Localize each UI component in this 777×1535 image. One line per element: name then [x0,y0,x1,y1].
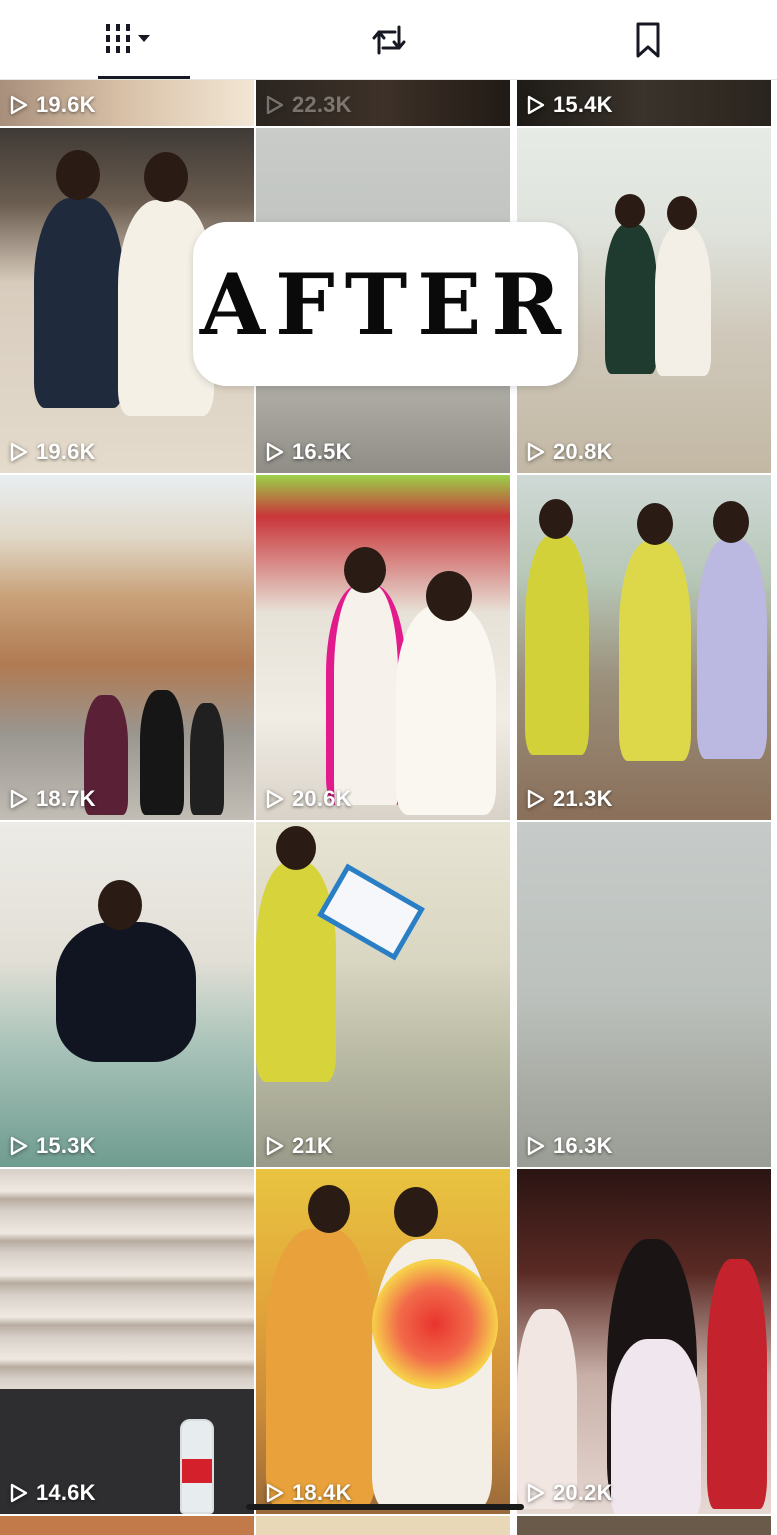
video-tile[interactable]: 21.3K [517,475,771,820]
bottle-label [182,1459,212,1483]
person-figure [619,541,691,761]
video-tile[interactable]: 16.3K [517,822,771,1167]
person-head [394,1187,438,1237]
video-tile[interactable]: 19.6K [0,80,254,126]
play-icon [10,1483,28,1503]
view-count: 14.6K [36,1480,96,1505]
play-icon [10,442,28,462]
person-head [308,1185,350,1233]
video-tile[interactable]: 14.6K [0,1169,254,1514]
home-indicator[interactable] [246,1504,524,1510]
video-tile[interactable] [517,1516,771,1535]
person-figure [190,703,224,815]
person-figure [611,1339,701,1514]
tab-favorites[interactable] [518,0,777,80]
video-tile[interactable]: 15.3K [0,822,254,1167]
tab-divider [0,79,777,80]
video-tile[interactable] [256,1516,510,1535]
view-count: 19.6K [36,439,96,464]
repost-icon [372,25,405,55]
person-head [615,194,645,228]
view-count: 22.3K [292,92,352,117]
person-figure [605,224,657,374]
video-tile[interactable]: 18.7K [0,475,254,820]
view-count: 20.2K [553,1480,613,1505]
video-tile[interactable]: 15.4K [517,80,771,126]
play-icon [527,95,545,115]
view-count: 21K [292,1133,333,1158]
person-head [713,501,749,543]
person-figure [56,922,196,1062]
play-icon [266,1483,284,1503]
play-icon [266,789,284,809]
play-icon [10,1136,28,1156]
view-count: 20.8K [553,439,613,464]
flower-garland [372,1259,498,1389]
play-icon [266,95,284,115]
person-figure [140,690,184,815]
play-icon [527,1483,545,1503]
person-head [144,152,188,202]
person-head [98,880,142,930]
person-figure [34,198,124,408]
video-tile[interactable]: 20.2K [517,1169,771,1514]
person-figure [517,1309,577,1509]
view-count: 21.3K [553,786,613,811]
video-tile[interactable]: 21K [256,822,510,1167]
person-head [56,150,100,200]
person-figure [655,226,711,376]
bookmark-icon [636,22,659,58]
play-icon [527,442,545,462]
person-figure [256,862,336,1082]
video-tile[interactable]: 18.4K [256,1169,510,1514]
grid-filter-icon [105,24,150,53]
play-icon [10,95,28,115]
person-head [426,571,472,621]
profile-tab-bar [0,0,777,80]
tab-reposts[interactable] [259,0,518,80]
person-figure [326,585,406,805]
person-figure [396,605,496,815]
view-count: 16.3K [553,1133,613,1158]
person-head [667,196,697,230]
play-icon [527,789,545,809]
person-figure [525,535,589,755]
tab-videos[interactable] [0,0,259,80]
view-count: 19.6K [36,92,96,117]
person-figure [266,1229,376,1509]
person-head [637,503,673,545]
view-count: 16.5K [292,439,352,464]
play-icon [266,442,284,462]
play-icon [10,789,28,809]
video-tile[interactable]: 22.3K [256,80,510,126]
view-count: 18.4K [292,1480,352,1505]
video-tile[interactable] [0,1516,254,1535]
play-icon [266,1136,284,1156]
after-label-badge: AFTER [193,222,578,386]
person-head [276,826,316,870]
view-count: 15.3K [36,1133,96,1158]
person-head [344,547,386,593]
view-count: 15.4K [553,92,613,117]
person-figure [697,539,767,759]
person-head [539,499,573,539]
person-figure [707,1259,767,1509]
view-count: 18.7K [36,786,96,811]
play-icon [527,1136,545,1156]
after-label-text: AFTER [199,254,572,354]
active-tab-indicator [98,76,190,79]
view-count: 20.6K [292,786,352,811]
video-tile[interactable]: 20.6K [256,475,510,820]
